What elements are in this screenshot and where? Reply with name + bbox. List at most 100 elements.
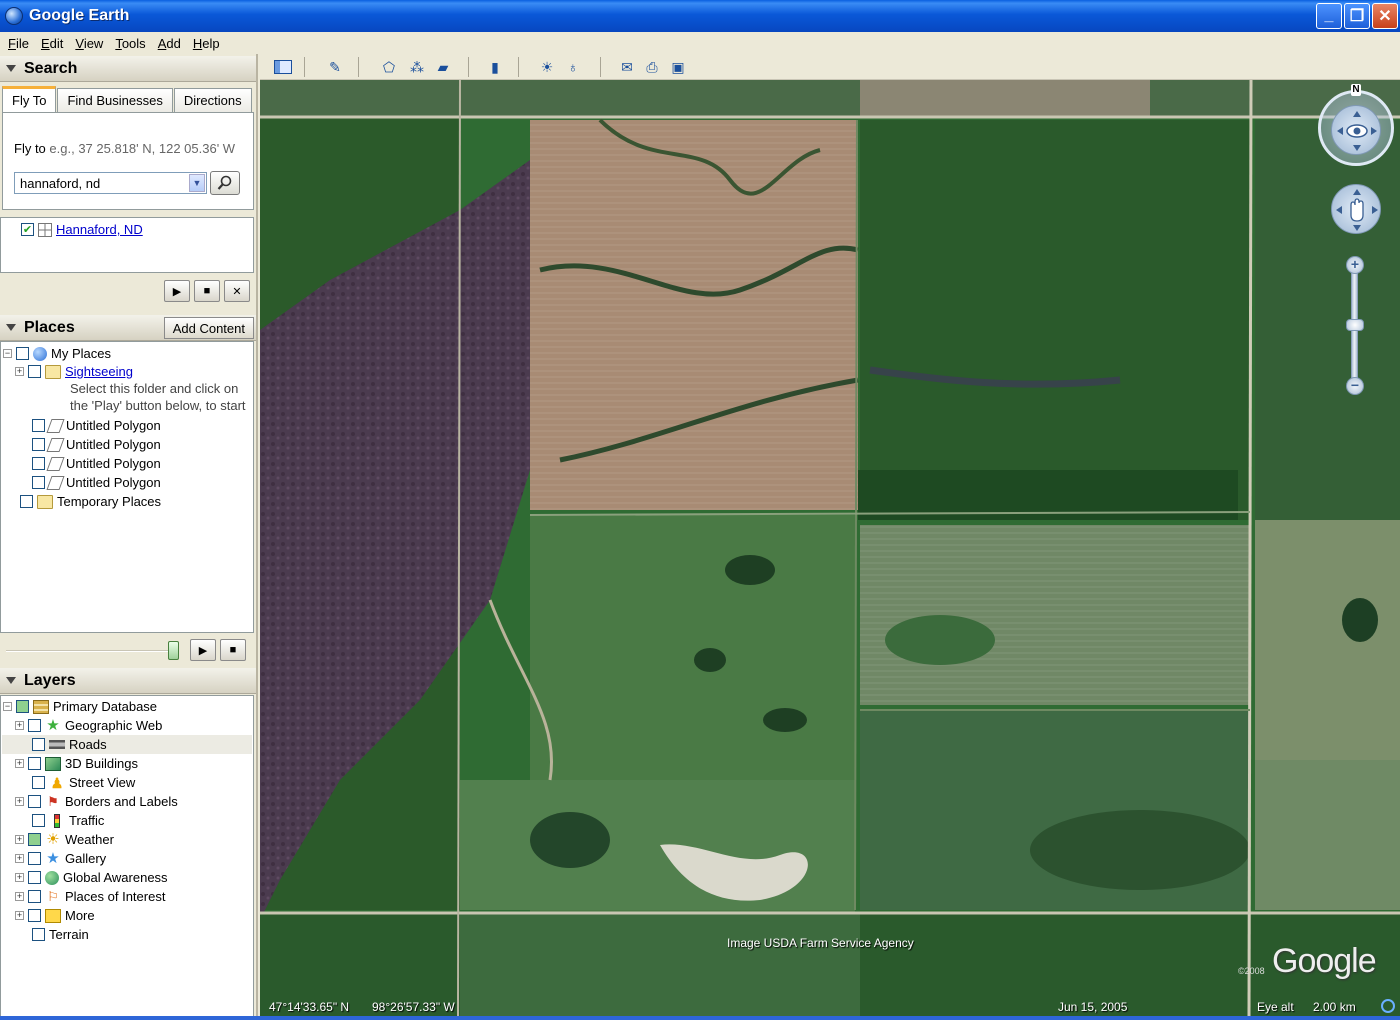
checkbox[interactable] [28, 871, 41, 884]
tree-item-polygon[interactable]: Untitled Polygon [32, 454, 161, 473]
email-icon[interactable]: ✉ [616, 57, 638, 77]
checkbox[interactable] [32, 457, 45, 470]
result-checkbox[interactable]: ✔ [21, 223, 34, 236]
places-header[interactable]: Places Add Content [0, 315, 256, 341]
tree-label: More [65, 908, 95, 923]
polygon-add-icon[interactable]: ⬠ [378, 57, 400, 77]
checkbox[interactable] [28, 757, 41, 770]
google-maps-icon[interactable]: ▣ [667, 57, 689, 77]
add-content-button[interactable]: Add Content [163, 317, 254, 339]
dropdown-arrow-icon[interactable]: ▼ [189, 174, 205, 192]
checkbox[interactable] [32, 419, 45, 432]
expand-icon[interactable]: + [15, 367, 24, 376]
image-overlay-icon[interactable]: ▰ [432, 57, 454, 77]
move-joystick[interactable] [1331, 184, 1381, 234]
play-tour-button[interactable]: ▶ [190, 639, 216, 661]
close-button[interactable]: ✕ [1372, 3, 1398, 29]
zoom-in-button[interactable]: + [1346, 256, 1364, 274]
maximize-button[interactable]: ❐ [1344, 3, 1370, 29]
path-add-icon[interactable]: ⁂ [406, 57, 428, 77]
expand-icon[interactable]: + [15, 797, 24, 806]
checkbox[interactable] [32, 438, 45, 451]
zoom-out-button[interactable]: − [1346, 377, 1364, 395]
placemark-add-icon[interactable]: ✎ [324, 57, 346, 77]
result-item[interactable]: ✔ Hannaford, ND [21, 222, 143, 237]
search-header[interactable]: Search [0, 56, 256, 82]
tree-item-polygon[interactable]: Untitled Polygon [32, 416, 161, 435]
north-indicator[interactable]: N [1351, 84, 1361, 96]
tab-directions[interactable]: Directions [173, 88, 252, 112]
layer-roads[interactable]: Roads [2, 735, 252, 754]
tree-item-my-places[interactable]: − My Places [3, 344, 111, 363]
checkbox[interactable] [32, 928, 45, 941]
menu-add[interactable]: Add [152, 36, 187, 51]
checkbox[interactable] [16, 347, 29, 360]
stop-button[interactable]: ■ [194, 280, 220, 302]
layer-more[interactable]: + More [15, 906, 95, 925]
collapse-icon[interactable]: − [3, 702, 12, 711]
layer-primary-database[interactable]: − Primary Database [3, 697, 157, 716]
checkbox[interactable] [28, 890, 41, 903]
layer-street-view[interactable]: ♟ Street View [32, 773, 135, 792]
tree-label[interactable]: Sightseeing [65, 364, 133, 379]
checkbox[interactable] [32, 776, 45, 789]
layer-weather[interactable]: + ☀ Weather [15, 830, 114, 849]
checkbox[interactable] [28, 852, 41, 865]
expand-icon[interactable]: + [15, 835, 24, 844]
ruler-icon[interactable]: ▮ [484, 57, 506, 77]
play-button[interactable]: ▶ [164, 280, 190, 302]
checkbox[interactable] [32, 814, 45, 827]
layer-geographic-web[interactable]: + ★ Geographic Web [15, 716, 162, 735]
sky-planet-icon[interactable]: ♁ [562, 57, 584, 77]
menu-tools[interactable]: Tools [109, 36, 151, 51]
expand-icon[interactable]: + [15, 892, 24, 901]
menu-file[interactable]: File [2, 36, 35, 51]
tab-fly-to[interactable]: Fly To [2, 86, 57, 112]
menu-edit[interactable]: Edit [35, 36, 69, 51]
sunlight-icon[interactable]: ☀ [536, 57, 558, 77]
minimize-button[interactable]: _ [1316, 3, 1342, 29]
expand-icon[interactable]: + [15, 854, 24, 863]
checkbox[interactable] [28, 909, 41, 922]
zoom-slider-thumb[interactable] [1346, 319, 1364, 331]
layer-3d-buildings[interactable]: + 3D Buildings [15, 754, 138, 773]
layers-header[interactable]: Layers [0, 668, 256, 694]
checkbox[interactable] [32, 738, 45, 751]
tour-slider-track[interactable] [6, 650, 176, 652]
menu-view[interactable]: View [69, 36, 109, 51]
checkbox[interactable] [28, 365, 41, 378]
clear-results-button[interactable]: ✕ [224, 280, 250, 302]
tree-label: Street View [69, 775, 136, 790]
expand-icon[interactable]: + [15, 759, 24, 768]
checkbox[interactable] [32, 476, 45, 489]
layer-places-of-interest[interactable]: + ⚐ Places of Interest [15, 887, 165, 906]
collapse-icon[interactable]: − [3, 349, 12, 358]
checkbox[interactable] [16, 700, 29, 713]
layer-gallery[interactable]: + ★ Gallery [15, 849, 106, 868]
checkbox[interactable] [28, 719, 41, 732]
search-button[interactable] [210, 171, 240, 195]
menu-help[interactable]: Help [187, 36, 226, 51]
checkbox[interactable] [28, 833, 41, 846]
stop-tour-button[interactable]: ■ [220, 639, 246, 661]
fly-to-input[interactable]: hannaford, nd ▼ [14, 172, 207, 194]
checkbox[interactable] [28, 795, 41, 808]
layer-borders-labels[interactable]: + ⚑ Borders and Labels [15, 792, 178, 811]
result-link[interactable]: Hannaford, ND [56, 222, 143, 237]
sidebar-toggle-icon[interactable] [272, 57, 294, 77]
expand-icon[interactable]: + [15, 911, 24, 920]
tour-slider-thumb[interactable] [168, 641, 179, 660]
layer-global-awareness[interactable]: + Global Awareness [15, 868, 168, 887]
layer-terrain[interactable]: Terrain [32, 925, 89, 944]
expand-icon[interactable]: + [15, 873, 24, 882]
tree-item-polygon[interactable]: Untitled Polygon [32, 435, 161, 454]
tree-item-temporary-places[interactable]: Temporary Places [20, 492, 161, 511]
expand-icon[interactable]: + [15, 721, 24, 730]
layer-traffic[interactable]: Traffic [32, 811, 104, 830]
checkbox[interactable] [20, 495, 33, 508]
look-joystick[interactable] [1331, 105, 1381, 155]
tree-item-polygon[interactable]: Untitled Polygon [32, 473, 161, 492]
map-view[interactable]: N + − Image USDA Farm Service Agency ©20… [260, 80, 1400, 1016]
tab-find-businesses[interactable]: Find Businesses [57, 88, 173, 112]
print-icon[interactable]: ⎙ [641, 57, 663, 77]
